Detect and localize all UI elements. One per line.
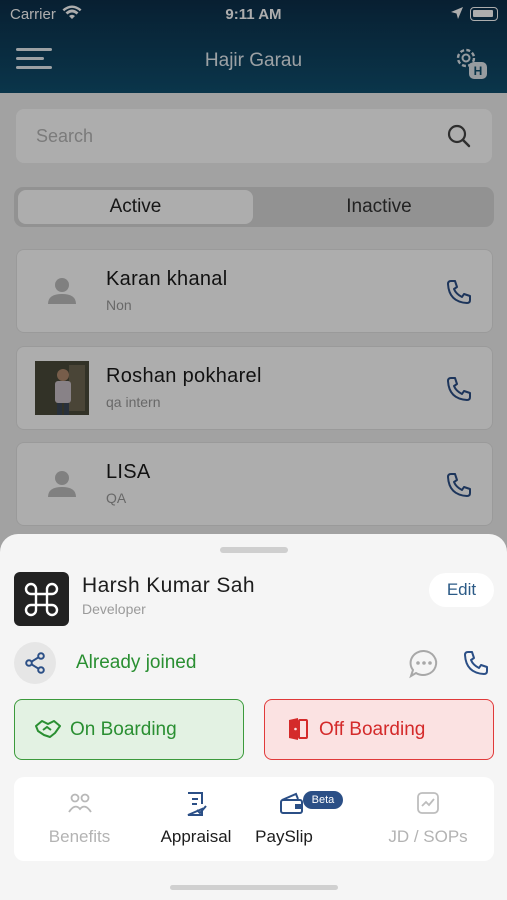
share-icon[interactable] (14, 642, 56, 684)
phone-icon[interactable] (462, 649, 490, 682)
off-boarding-label: Off Boarding (319, 719, 426, 740)
handshake-icon (35, 720, 61, 738)
employee-role: Developer (82, 601, 146, 617)
joined-status: Already joined (76, 652, 197, 673)
on-boarding-label: On Boarding (70, 719, 177, 740)
exit-door-icon (289, 718, 308, 740)
on-boarding-button[interactable]: On Boarding (14, 699, 244, 760)
off-boarding-button[interactable]: Off Boarding (264, 699, 494, 760)
chat-icon[interactable] (408, 648, 440, 685)
employee-name: Harsh Kumar Sah (82, 574, 255, 597)
home-indicator (170, 885, 338, 890)
feature-tiles: Benefits Appraisal PaySlip Beta JD / SOP… (14, 777, 494, 861)
tile-label: Benefits (48, 827, 111, 846)
drag-handle[interactable] (220, 547, 288, 553)
tile-appraisal[interactable]: Appraisal (137, 777, 255, 861)
tile-benefits[interactable]: Benefits (22, 777, 137, 861)
tile-jd-sops[interactable]: JD / SOPs (372, 777, 484, 861)
employee-bottom-sheet: Harsh Kumar Sah Developer Edit Already j… (0, 534, 507, 900)
command-logo-icon (14, 572, 69, 626)
beta-badge: Beta (303, 791, 343, 809)
wallet-icon (280, 792, 303, 814)
appraisal-icon (187, 792, 207, 816)
tile-payslip[interactable]: PaySlip (255, 777, 353, 861)
tile-label: PaySlip (255, 827, 313, 846)
benefits-icon (68, 793, 92, 813)
chart-icon (417, 792, 439, 814)
edit-button[interactable]: Edit (429, 573, 494, 607)
tile-label: JD / SOPs (388, 827, 468, 846)
